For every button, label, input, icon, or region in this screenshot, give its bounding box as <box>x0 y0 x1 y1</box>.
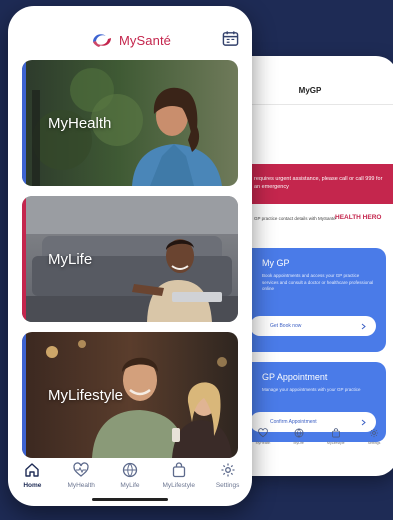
tab-home[interactable]: Home <box>10 462 54 489</box>
book-now-button[interactable]: Get Book now <box>250 316 376 336</box>
home-indicator <box>92 498 168 501</box>
tab-myhealth-label: MyHealth <box>67 482 95 489</box>
my-gp-card[interactable]: My GP Book appointments and access your … <box>240 248 386 352</box>
myhealth-card[interactable]: MyHealth <box>22 60 238 186</box>
confirm-appointment-label: Confirm Appointment <box>270 419 317 425</box>
mylifestyle-card-label: MyLifestyle <box>48 386 124 404</box>
health-hero-badge: HEALTH HERO <box>335 214 382 221</box>
secondary-tab-mylifestyle[interactable]: MyLifestyle <box>327 428 345 476</box>
gear-icon <box>369 428 379 438</box>
app-header: MySanté <box>8 6 252 62</box>
mylife-card-label: MyLife <box>48 250 93 268</box>
home-icon <box>25 463 40 477</box>
gp-contact-text: GP practice contact details with MySanté <box>254 216 336 221</box>
book-now-label: Get Book now <box>270 323 302 329</box>
tab-mylife-label: MyLife <box>120 482 140 489</box>
bag-icon <box>331 428 340 438</box>
heart-pulse-icon <box>73 462 89 477</box>
brand-logo: MySanté <box>90 30 171 50</box>
secondary-tab-label: MyLifestyle <box>327 441 345 445</box>
tab-settings[interactable]: Settings <box>206 462 250 489</box>
tab-home-label: Home <box>23 482 42 489</box>
card-accent-bar <box>22 196 26 322</box>
tab-settings-label: Settings <box>215 482 240 489</box>
brand-logo-mark <box>93 34 111 47</box>
gp-appointment-card-title: GP Appointment <box>262 372 328 382</box>
globe-icon <box>294 428 304 438</box>
my-gp-card-description: Book appointments and access your GP pra… <box>262 273 374 291</box>
bag-icon <box>172 462 185 478</box>
card-accent-bar <box>22 332 26 458</box>
secondary-tab-mylife[interactable]: MyLife <box>294 428 304 476</box>
card-accent-bar <box>22 60 26 186</box>
main-phone-home: MySanté MyHealth MyLife MyLifestyle Home… <box>8 6 252 506</box>
globe-icon <box>122 462 138 478</box>
mylifestyle-card[interactable]: MyLifestyle <box>22 332 238 458</box>
myhealth-card-label: MyHealth <box>48 114 112 132</box>
tab-mylife[interactable]: MyLife <box>108 462 152 489</box>
gp-appointment-card-description: Manage your appointments with your GP pr… <box>262 387 361 392</box>
chevron-right-icon <box>361 419 366 425</box>
secondary-tab-myhealth[interactable]: MyHealth <box>255 428 271 476</box>
secondary-tab-label: MyLife <box>293 441 304 445</box>
my-gp-card-title: My GP <box>262 258 290 268</box>
heart-pulse-icon <box>258 428 268 438</box>
tab-mylifestyle-label: MyLifestyle <box>162 482 196 489</box>
brand-name: MySanté <box>119 32 172 48</box>
gear-icon <box>221 463 235 477</box>
secondary-tab-settings[interactable]: Settings <box>367 428 381 476</box>
mylife-card[interactable]: MyLife <box>22 196 238 322</box>
secondary-tab-label: MyHealth <box>255 441 271 445</box>
chevron-right-icon <box>361 323 366 329</box>
tab-mylifestyle[interactable]: MyLifestyle <box>157 462 201 489</box>
tab-myhealth[interactable]: MyHealth <box>59 462 103 489</box>
secondary-tab-label: Settings <box>367 441 381 445</box>
calendar-icon[interactable] <box>222 30 239 47</box>
